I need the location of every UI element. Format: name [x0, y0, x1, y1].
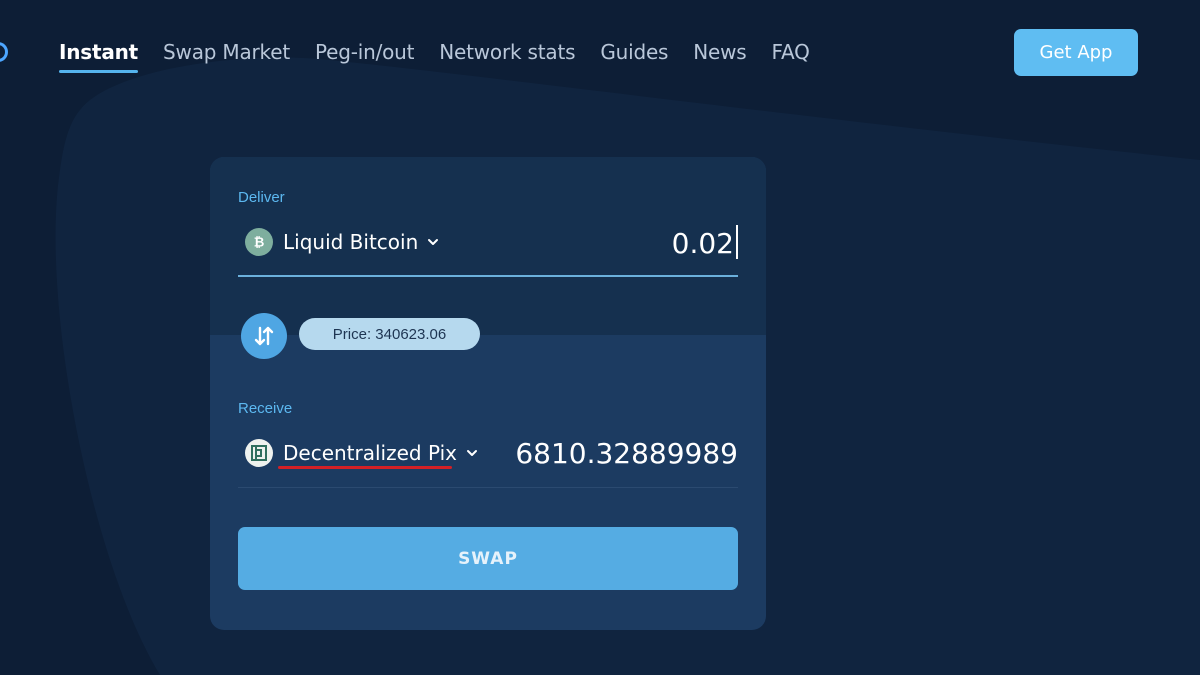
- top-navigation: Instant Swap Market Peg-in/out Network s…: [0, 0, 1200, 100]
- deliver-asset-name: Liquid Bitcoin: [283, 230, 419, 254]
- deliver-amount-input[interactable]: [540, 223, 734, 263]
- receive-amount-output[interactable]: [478, 433, 738, 473]
- text-cursor: [736, 225, 738, 259]
- nav-links: Instant Swap Market Peg-in/out Network s…: [59, 40, 810, 73]
- deliver-input-underline: [238, 275, 738, 277]
- swap-arrows-icon: [254, 326, 274, 346]
- receive-input-underline: [238, 487, 738, 488]
- receive-label: Receive: [238, 400, 293, 417]
- nav-link-peg-in-out[interactable]: Peg-in/out: [315, 40, 414, 64]
- nav-link-network-stats[interactable]: Network stats: [439, 40, 575, 64]
- receive-asset-select[interactable]: Decentralized Pix: [245, 439, 479, 467]
- svg-text:₿: ₿: [254, 236, 265, 250]
- page: Instant Swap Market Peg-in/out Network s…: [0, 0, 1200, 675]
- swap-direction-button[interactable]: [241, 313, 287, 359]
- logo-icon[interactable]: [0, 42, 8, 62]
- chevron-down-icon: [466, 450, 477, 456]
- swap-button[interactable]: SWAP: [238, 527, 738, 590]
- chevron-down-icon: [428, 239, 439, 245]
- nav-link-swap-market[interactable]: Swap Market: [163, 40, 290, 64]
- nav-link-faq[interactable]: FAQ: [772, 40, 810, 64]
- annotation-underline: [278, 466, 452, 469]
- nav-link-news[interactable]: News: [693, 40, 746, 64]
- swap-card: Deliver ₿ Liquid Bitcoin Price: 340623.0…: [210, 157, 766, 630]
- price-badge: Price: 340623.06: [299, 318, 480, 350]
- deliver-label: Deliver: [238, 189, 285, 206]
- receive-asset-name: Decentralized Pix: [283, 441, 457, 465]
- deliver-asset-select[interactable]: ₿ Liquid Bitcoin: [245, 228, 440, 256]
- nav-link-instant[interactable]: Instant: [59, 40, 138, 73]
- get-app-button[interactable]: Get App: [1014, 29, 1138, 76]
- depix-icon: [245, 439, 273, 467]
- bitcoin-icon: ₿: [245, 228, 273, 256]
- nav-link-guides[interactable]: Guides: [600, 40, 668, 64]
